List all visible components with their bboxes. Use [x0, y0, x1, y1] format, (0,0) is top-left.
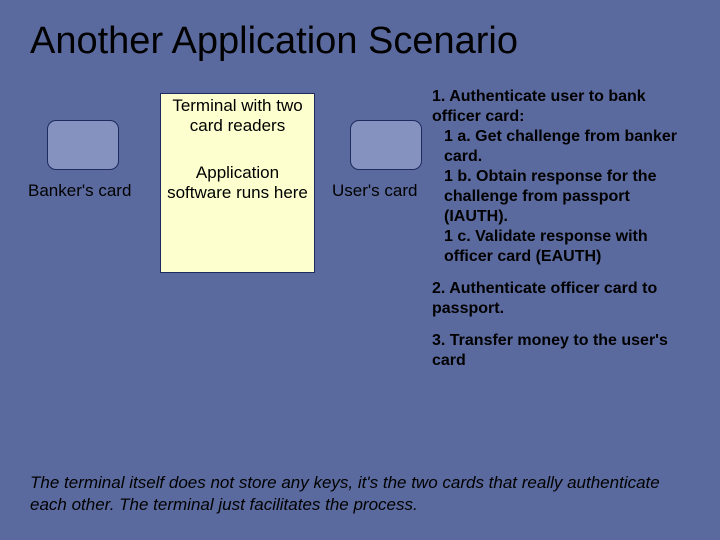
step-2: 2. Authenticate officer card to passport… [432, 279, 692, 319]
footer-note: The terminal itself does not store any k… [30, 472, 690, 516]
step-1-text: 1. Authenticate user to bank officer car… [432, 88, 646, 125]
step-1a-text: 1 a. Get challenge from banker card. [432, 127, 692, 167]
terminal-description-bottom: Application software runs here [165, 163, 310, 204]
user-card-shape [350, 120, 422, 170]
protocol-steps: 1. Authenticate user to bank officer car… [432, 87, 692, 383]
terminal-description-top: Terminal with two card readers [165, 96, 310, 137]
diagram-area: Terminal with two card readers Applicati… [0, 73, 720, 373]
step-1: 1. Authenticate user to bank officer car… [432, 87, 692, 267]
step-1c-text: 1 c. Validate response with officer card… [432, 227, 692, 267]
terminal-box: Terminal with two card readers Applicati… [160, 93, 315, 273]
banker-card-shape [47, 120, 119, 170]
step-1b-text: 1 b. Obtain response for the challenge f… [432, 167, 692, 227]
banker-card-label: Banker's card [28, 181, 131, 201]
step-3: 3. Transfer money to the user's card [432, 331, 692, 371]
user-card-label: User's card [332, 181, 417, 201]
slide-title: Another Application Scenario [0, 0, 720, 73]
